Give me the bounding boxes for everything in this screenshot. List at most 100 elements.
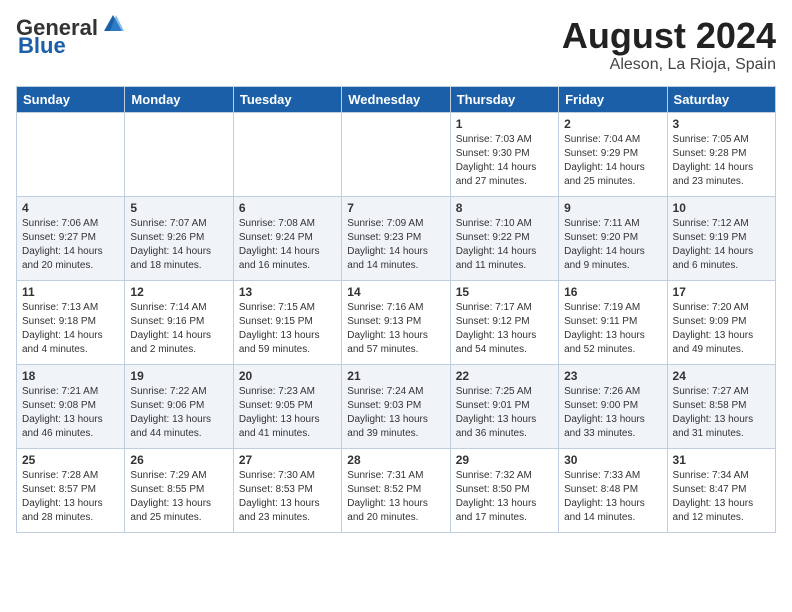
day-info: Sunrise: 7:28 AM Sunset: 8:57 PM Dayligh… xyxy=(22,469,119,525)
table-row xyxy=(233,112,341,196)
table-row: 27 Sunrise: 7:30 AM Sunset: 8:53 PM Dayli… xyxy=(233,448,341,532)
table-row: 2 Sunrise: 7:04 AM Sunset: 9:29 PM Daylig… xyxy=(559,112,667,196)
calendar-week-row: 1 Sunrise: 7:03 AM Sunset: 9:30 PM Daylig… xyxy=(17,112,776,196)
table-row: 24 Sunrise: 7:27 AM Sunset: 8:58 PM Dayli… xyxy=(667,364,775,448)
table-row: 9Sunrise: 7:11 AM Sunset: 9:20 PM Daylig… xyxy=(559,196,667,280)
col-tuesday: Tuesday xyxy=(233,86,341,112)
day-number: 29 xyxy=(456,453,553,467)
day-info: Sunrise: 7:16 AM Sunset: 9:13 PM Dayligh… xyxy=(347,301,444,357)
day-number: 24 xyxy=(673,369,770,383)
day-number: 8 xyxy=(456,201,553,215)
day-number: 23 xyxy=(564,369,661,383)
day-info: Sunrise: 7:04 AM Sunset: 9:29 PM Dayligh… xyxy=(564,133,661,189)
table-row: 21 Sunrise: 7:24 AM Sunset: 9:03 PM Dayli… xyxy=(342,364,450,448)
day-number: 19 xyxy=(130,369,227,383)
day-number: 22 xyxy=(456,369,553,383)
table-row: 7 Sunrise: 7:09 AM Sunset: 9:23 PM Daylig… xyxy=(342,196,450,280)
table-row: 6 Sunrise: 7:08 AM Sunset: 9:24 PM Daylig… xyxy=(233,196,341,280)
day-number: 11 xyxy=(22,285,119,299)
table-row: 29 Sunrise: 7:32 AM Sunset: 8:50 PM Dayli… xyxy=(450,448,558,532)
day-info: Sunrise: 7:23 AM Sunset: 9:05 PM Dayligh… xyxy=(239,385,336,441)
day-number: 21 xyxy=(347,369,444,383)
day-info: Sunrise: 7:15 AM Sunset: 9:15 PM Dayligh… xyxy=(239,301,336,357)
day-number: 14 xyxy=(347,285,444,299)
page-header: General Blue August 2024 Aleson, La Rioj… xyxy=(16,16,776,74)
calendar-week-row: 11 Sunrise: 7:13 AM Sunset: 9:18 PM Dayli… xyxy=(17,280,776,364)
day-info: Sunrise: 7:27 AM Sunset: 8:58 PM Dayligh… xyxy=(673,385,770,441)
table-row: 14 Sunrise: 7:16 AM Sunset: 9:13 PM Dayli… xyxy=(342,280,450,364)
day-number: 12 xyxy=(130,285,227,299)
day-info: Sunrise: 7:19 AM Sunset: 9:11 PM Dayligh… xyxy=(564,301,661,357)
table-row: 31 Sunrise: 7:34 AM Sunset: 8:47 PM Dayli… xyxy=(667,448,775,532)
day-number: 18 xyxy=(22,369,119,383)
day-info: Sunrise: 7:08 AM Sunset: 9:24 PM Dayligh… xyxy=(239,217,336,273)
day-number: 16 xyxy=(564,285,661,299)
day-number: 6 xyxy=(239,201,336,215)
day-info: Sunrise: 7:11 AM Sunset: 9:20 PM Dayligh… xyxy=(564,217,661,273)
table-row: 19Sunrise: 7:22 AM Sunset: 9:06 PM Dayli… xyxy=(125,364,233,448)
day-info: Sunrise: 7:17 AM Sunset: 9:12 PM Dayligh… xyxy=(456,301,553,357)
logo: General Blue xyxy=(16,16,124,58)
table-row: 13 Sunrise: 7:15 AM Sunset: 9:15 PM Dayli… xyxy=(233,280,341,364)
table-row: 5 Sunrise: 7:07 AM Sunset: 9:26 PM Daylig… xyxy=(125,196,233,280)
logo-blue-text: Blue xyxy=(18,34,66,58)
col-thursday: Thursday xyxy=(450,86,558,112)
col-friday: Friday xyxy=(559,86,667,112)
day-info: Sunrise: 7:09 AM Sunset: 9:23 PM Dayligh… xyxy=(347,217,444,273)
table-row: 3 Sunrise: 7:05 AM Sunset: 9:28 PM Daylig… xyxy=(667,112,775,196)
day-info: Sunrise: 7:25 AM Sunset: 9:01 PM Dayligh… xyxy=(456,385,553,441)
day-info: Sunrise: 7:30 AM Sunset: 8:53 PM Dayligh… xyxy=(239,469,336,525)
day-number: 25 xyxy=(22,453,119,467)
day-info: Sunrise: 7:24 AM Sunset: 9:03 PM Dayligh… xyxy=(347,385,444,441)
table-row: 25 Sunrise: 7:28 AM Sunset: 8:57 PM Dayli… xyxy=(17,448,125,532)
day-info: Sunrise: 7:14 AM Sunset: 9:16 PM Dayligh… xyxy=(130,301,227,357)
col-monday: Monday xyxy=(125,86,233,112)
table-row xyxy=(342,112,450,196)
title-block: August 2024 Aleson, La Rioja, Spain xyxy=(562,16,776,74)
day-number: 5 xyxy=(130,201,227,215)
day-number: 2 xyxy=(564,117,661,131)
table-row: 8Sunrise: 7:10 AM Sunset: 9:22 PM Daylig… xyxy=(450,196,558,280)
table-row: 23 Sunrise: 7:26 AM Sunset: 9:00 PM Dayli… xyxy=(559,364,667,448)
day-info: Sunrise: 7:29 AM Sunset: 8:55 PM Dayligh… xyxy=(130,469,227,525)
month-year-title: August 2024 xyxy=(562,16,776,56)
day-number: 31 xyxy=(673,453,770,467)
calendar-week-row: 25 Sunrise: 7:28 AM Sunset: 8:57 PM Dayli… xyxy=(17,448,776,532)
day-info: Sunrise: 7:07 AM Sunset: 9:26 PM Dayligh… xyxy=(130,217,227,273)
day-info: Sunrise: 7:26 AM Sunset: 9:00 PM Dayligh… xyxy=(564,385,661,441)
table-row: 15 Sunrise: 7:17 AM Sunset: 9:12 PM Dayli… xyxy=(450,280,558,364)
day-number: 15 xyxy=(456,285,553,299)
day-number: 4 xyxy=(22,201,119,215)
calendar-week-row: 4Sunrise: 7:06 AM Sunset: 9:27 PM Daylig… xyxy=(17,196,776,280)
col-saturday: Saturday xyxy=(667,86,775,112)
location-subtitle: Aleson, La Rioja, Spain xyxy=(562,56,776,74)
table-row: 12 Sunrise: 7:14 AM Sunset: 9:16 PM Dayli… xyxy=(125,280,233,364)
day-number: 27 xyxy=(239,453,336,467)
day-number: 26 xyxy=(130,453,227,467)
table-row: 22 Sunrise: 7:25 AM Sunset: 9:01 PM Dayli… xyxy=(450,364,558,448)
calendar-week-row: 18 Sunrise: 7:21 AM Sunset: 9:08 PM Dayli… xyxy=(17,364,776,448)
day-info: Sunrise: 7:12 AM Sunset: 9:19 PM Dayligh… xyxy=(673,217,770,273)
day-info: Sunrise: 7:03 AM Sunset: 9:30 PM Dayligh… xyxy=(456,133,553,189)
day-info: Sunrise: 7:32 AM Sunset: 8:50 PM Dayligh… xyxy=(456,469,553,525)
day-number: 28 xyxy=(347,453,444,467)
day-number: 7 xyxy=(347,201,444,215)
table-row: 18 Sunrise: 7:21 AM Sunset: 9:08 PM Dayli… xyxy=(17,364,125,448)
calendar-header-row: Sunday Monday Tuesday Wednesday Thursday… xyxy=(17,86,776,112)
day-info: Sunrise: 7:05 AM Sunset: 9:28 PM Dayligh… xyxy=(673,133,770,189)
day-number: 1 xyxy=(456,117,553,131)
day-info: Sunrise: 7:31 AM Sunset: 8:52 PM Dayligh… xyxy=(347,469,444,525)
day-info: Sunrise: 7:34 AM Sunset: 8:47 PM Dayligh… xyxy=(673,469,770,525)
day-number: 20 xyxy=(239,369,336,383)
table-row: 26 Sunrise: 7:29 AM Sunset: 8:55 PM Dayli… xyxy=(125,448,233,532)
day-number: 3 xyxy=(673,117,770,131)
day-info: Sunrise: 7:13 AM Sunset: 9:18 PM Dayligh… xyxy=(22,301,119,357)
logo-icon xyxy=(102,13,124,35)
day-info: Sunrise: 7:21 AM Sunset: 9:08 PM Dayligh… xyxy=(22,385,119,441)
table-row xyxy=(125,112,233,196)
table-row: 4Sunrise: 7:06 AM Sunset: 9:27 PM Daylig… xyxy=(17,196,125,280)
col-wednesday: Wednesday xyxy=(342,86,450,112)
day-number: 13 xyxy=(239,285,336,299)
table-row: 30Sunrise: 7:33 AM Sunset: 8:48 PM Dayli… xyxy=(559,448,667,532)
day-info: Sunrise: 7:20 AM Sunset: 9:09 PM Dayligh… xyxy=(673,301,770,357)
